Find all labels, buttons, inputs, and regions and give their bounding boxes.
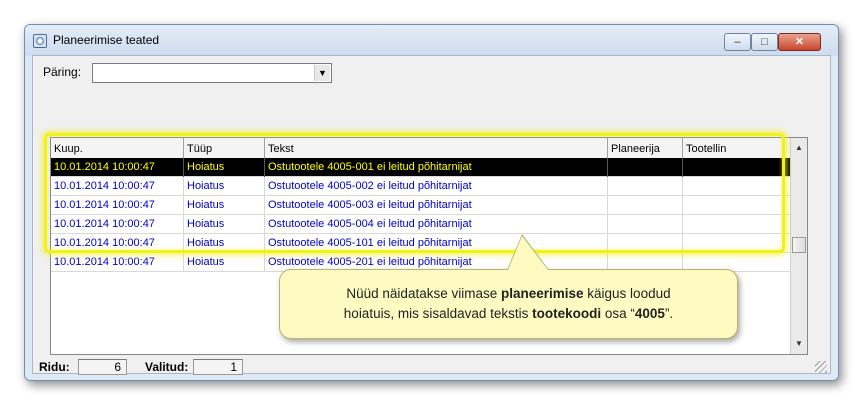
cell-production-line xyxy=(683,177,791,196)
column-header-type[interactable]: Tüüp xyxy=(184,138,265,158)
cell-production-line xyxy=(683,234,791,253)
vertical-scrollbar[interactable]: ▲ ▼ xyxy=(790,138,807,354)
scroll-thumb[interactable] xyxy=(792,237,806,253)
scroll-up-icon[interactable]: ▲ xyxy=(791,140,807,156)
table-row[interactable]: 10.01.2014 10:00:47 Hoiatus Ostutootele … xyxy=(51,158,791,177)
column-header-planner[interactable]: Planeerija xyxy=(608,138,683,158)
callout-text: osa “ xyxy=(601,306,635,321)
cell-planner xyxy=(608,234,683,253)
callout-text: käigus loodud xyxy=(583,286,671,301)
rows-count-value: 6 xyxy=(78,359,127,375)
column-header-production-line[interactable]: Tootellin xyxy=(683,138,791,158)
cell-planner xyxy=(608,215,683,234)
cell-production-line xyxy=(683,215,791,234)
tutorial-callout: Nüüd näidatakse viimase planeerimise käi… xyxy=(279,269,738,339)
cell-type: Hoiatus xyxy=(184,158,265,177)
cell-date: 10.01.2014 10:00:47 xyxy=(51,196,184,215)
chevron-down-icon[interactable]: ▼ xyxy=(314,65,330,81)
cell-text: Ostutootele 4005-002 ei leitud põhitarni… xyxy=(265,177,608,196)
cell-planner xyxy=(608,177,683,196)
query-label: Päring: xyxy=(43,65,82,79)
cell-text: Ostutootele 4005-101 ei leitud põhitarni… xyxy=(265,234,608,253)
cell-date: 10.01.2014 10:00:47 xyxy=(51,177,184,196)
callout-text: hoiatuis, mis sisaldavad tekstis xyxy=(343,306,533,321)
cell-production-line xyxy=(683,196,791,215)
cell-text: Ostutootele 4005-004 ei leitud põhitarni… xyxy=(265,215,608,234)
title-bar[interactable]: Planeerimise teated – □ ✕ xyxy=(25,25,838,55)
cell-type: Hoiatus xyxy=(184,253,265,272)
callout-bold-text: 4005 xyxy=(634,306,665,321)
grid-header: Kuup. Tüüp Tekst Planeerija Tootellin xyxy=(51,138,791,159)
resize-grip-icon[interactable] xyxy=(815,361,827,373)
table-row[interactable]: 10.01.2014 10:00:47 Hoiatus Ostutootele … xyxy=(51,234,791,253)
close-button[interactable]: ✕ xyxy=(778,33,821,51)
callout-text: Nüüd näidatakse viimase xyxy=(346,286,501,301)
app-gear-icon xyxy=(33,34,47,48)
table-row[interactable]: 10.01.2014 10:00:47 Hoiatus Ostutootele … xyxy=(51,196,791,215)
scroll-down-icon[interactable]: ▼ xyxy=(791,336,807,352)
cell-date: 10.01.2014 10:00:47 xyxy=(51,158,184,177)
column-header-text[interactable]: Tekst xyxy=(265,138,608,158)
callout-bold-text: tootekoodi xyxy=(532,306,602,321)
cell-text: Ostutootele 4005-001 ei leitud põhitarni… xyxy=(265,158,608,177)
cell-date: 10.01.2014 10:00:47 xyxy=(51,234,184,253)
cell-text: Ostutootele 4005-003 ei leitud põhitarni… xyxy=(265,196,608,215)
minimize-button[interactable]: – xyxy=(724,33,751,51)
cell-date: 10.01.2014 10:00:47 xyxy=(51,215,184,234)
query-combobox[interactable]: ▼ xyxy=(92,63,332,83)
cell-planner xyxy=(608,196,683,215)
column-header-date[interactable]: Kuup. xyxy=(51,138,184,158)
table-row[interactable]: 10.01.2014 10:00:47 Hoiatus Ostutootele … xyxy=(51,215,791,234)
callout-line-2: hoiatuis, mis sisaldavad tekstis tooteko… xyxy=(280,304,737,324)
selected-count-value: 1 xyxy=(193,359,243,375)
callout-bold-text: planeerimise xyxy=(500,286,584,301)
cell-type: Hoiatus xyxy=(184,177,265,196)
window-title: Planeerimise teated xyxy=(53,33,160,47)
rows-count-label: Ridu: xyxy=(39,360,70,374)
status-bar: Ridu: 6 Valitud: 1 xyxy=(33,359,830,375)
selected-count-label: Valitud: xyxy=(145,360,189,374)
cell-type: Hoiatus xyxy=(184,196,265,215)
callout-text: ”. xyxy=(664,306,674,321)
cell-planner xyxy=(608,158,683,177)
maximize-button[interactable]: □ xyxy=(751,33,778,51)
cell-date: 10.01.2014 10:00:47 xyxy=(51,253,184,272)
cell-type: Hoiatus xyxy=(184,215,265,234)
cell-production-line xyxy=(683,158,791,177)
table-row[interactable]: 10.01.2014 10:00:47 Hoiatus Ostutootele … xyxy=(51,177,791,196)
cell-type: Hoiatus xyxy=(184,234,265,253)
callout-tail xyxy=(508,236,548,270)
callout-line-1: Nüüd näidatakse viimase planeerimise käi… xyxy=(280,284,737,304)
